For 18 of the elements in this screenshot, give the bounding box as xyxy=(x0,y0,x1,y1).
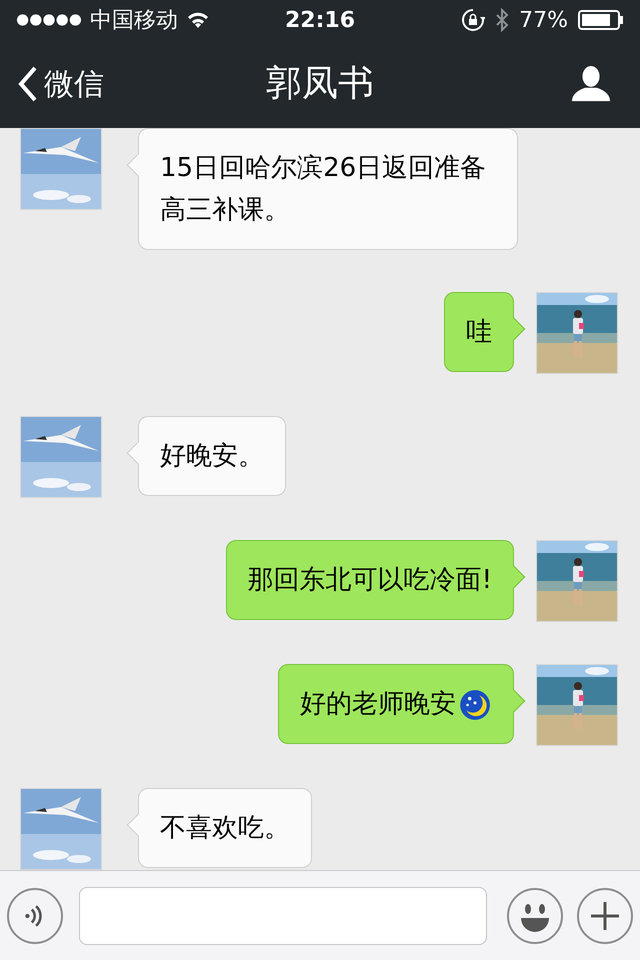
battery-icon xyxy=(578,10,624,30)
signal-icon xyxy=(16,13,82,27)
chevron-left-icon xyxy=(18,66,38,102)
back-button[interactable]: 微信 xyxy=(18,62,104,106)
rotation-lock-icon xyxy=(461,8,486,32)
voice-button[interactable] xyxy=(7,888,63,944)
add-button[interactable] xyxy=(577,888,633,944)
profile-button[interactable] xyxy=(572,65,610,103)
carrier-name: 中国移动 xyxy=(90,6,178,34)
emoji-button[interactable] xyxy=(507,888,563,944)
bluetooth-icon xyxy=(495,8,510,32)
message-input[interactable] xyxy=(79,886,487,944)
wifi-icon xyxy=(186,11,210,29)
plus-icon xyxy=(590,900,620,930)
person-icon xyxy=(572,65,610,103)
clock-time: 22:16 xyxy=(284,6,356,34)
chat-title: 郭凤书 xyxy=(266,62,374,106)
battery-percent: 77% xyxy=(519,6,568,34)
